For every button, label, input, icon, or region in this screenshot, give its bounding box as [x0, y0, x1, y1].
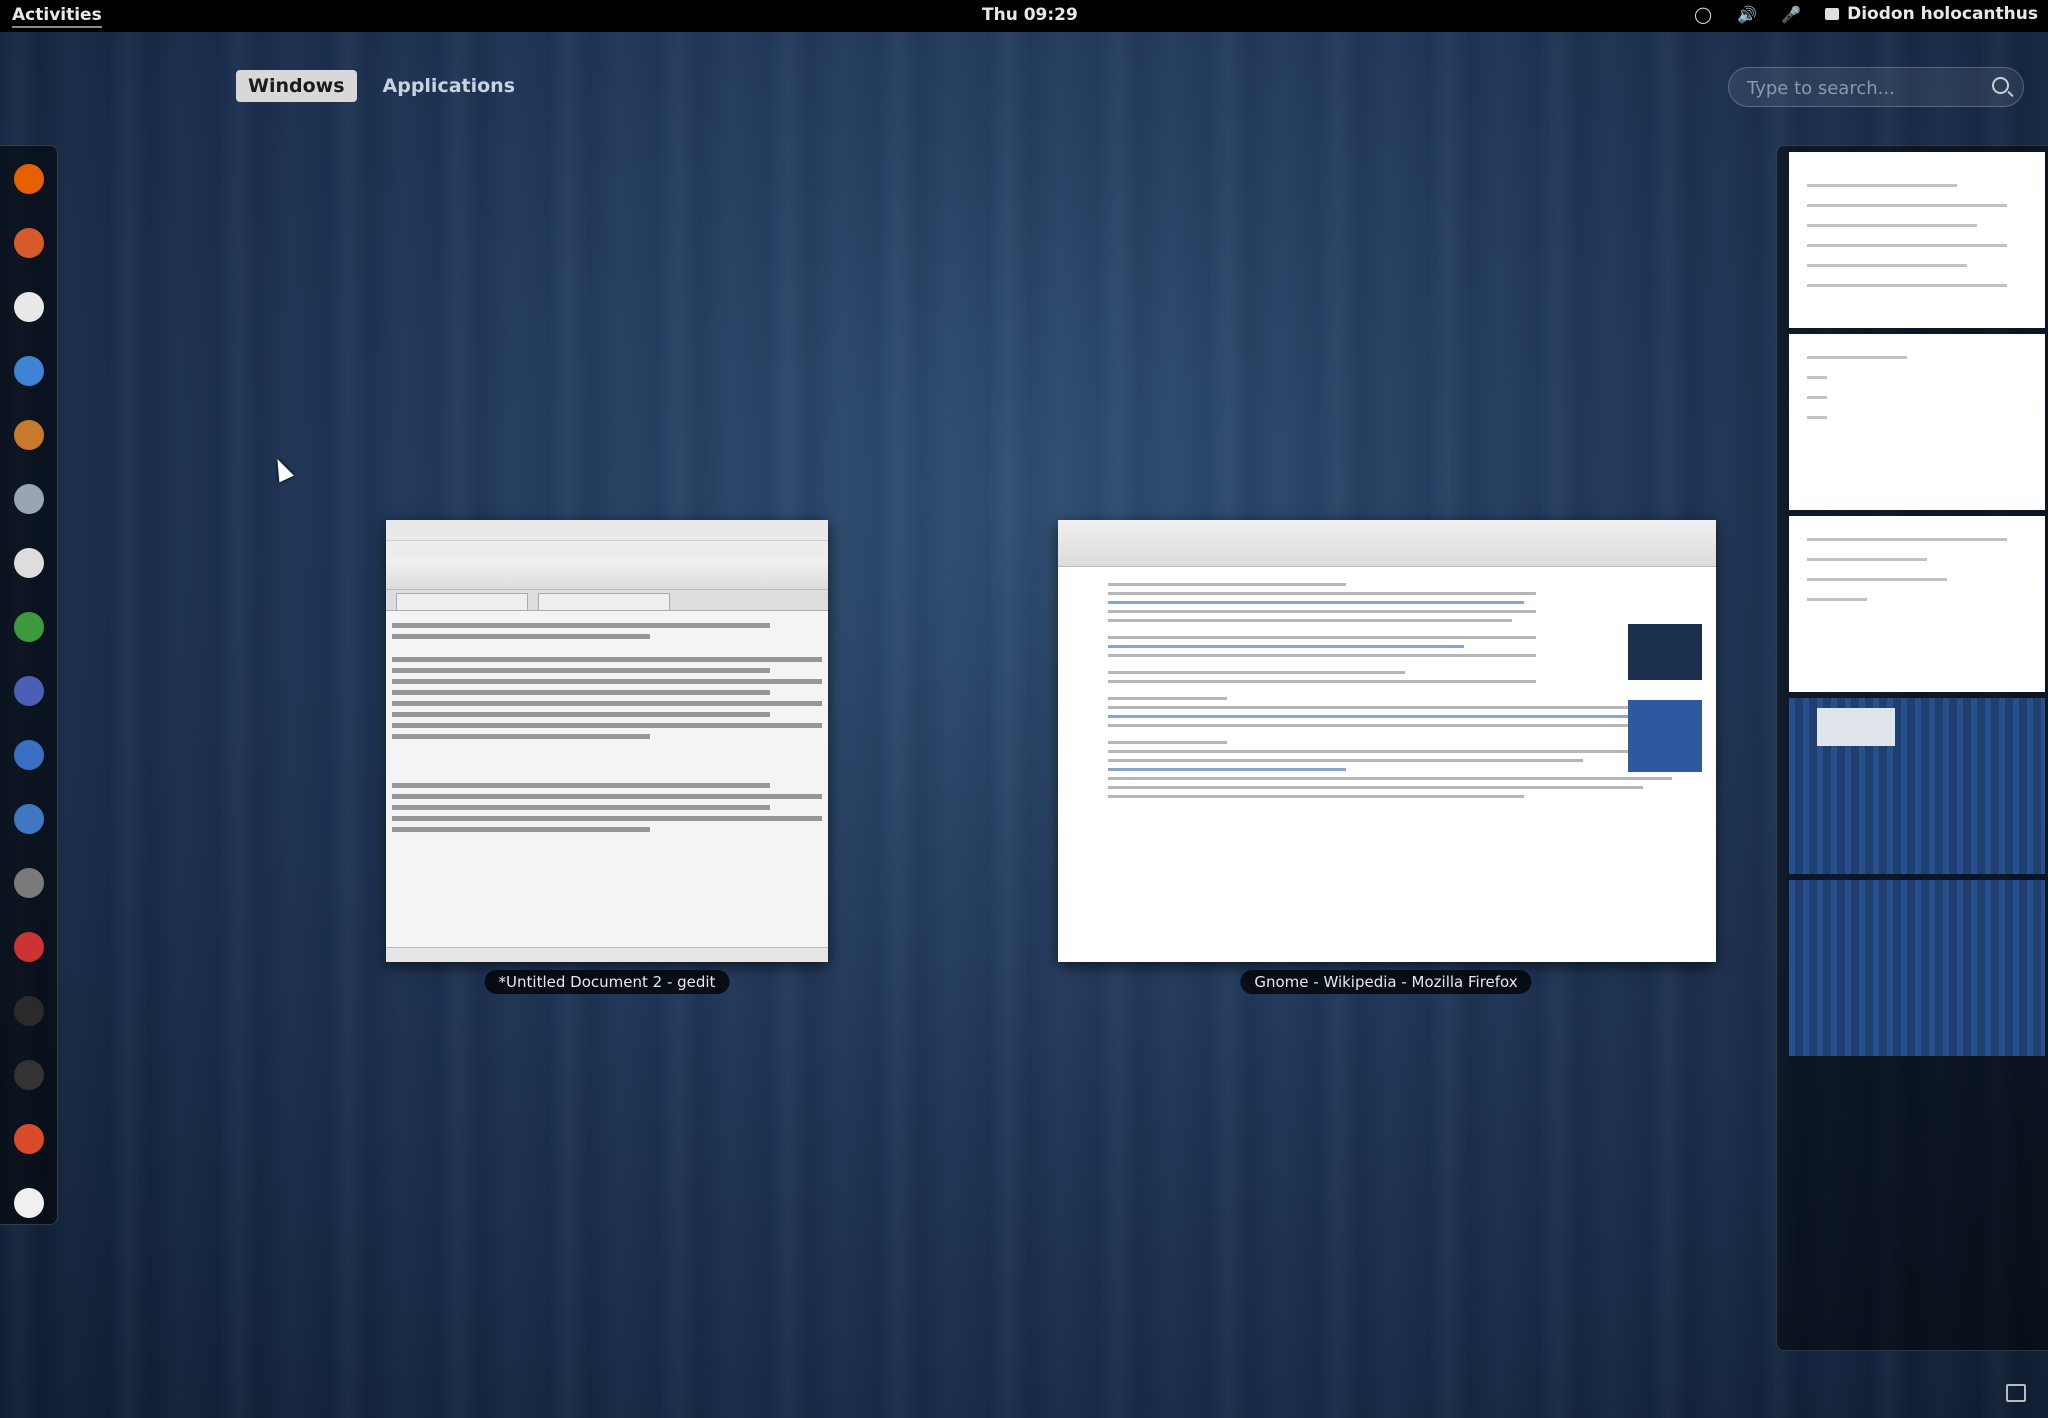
dash-item[interactable] — [10, 1120, 48, 1158]
document-tab — [538, 593, 670, 610]
article-image — [1628, 700, 1702, 772]
workspace-3[interactable] — [1789, 516, 2045, 692]
dash-item[interactable] — [10, 288, 48, 326]
python-icon — [14, 804, 44, 834]
file-manager-icon — [14, 228, 44, 258]
document-tab — [396, 593, 528, 610]
search-icon — [1992, 77, 2009, 94]
firefox-icon — [14, 164, 44, 194]
disk-icon — [14, 292, 44, 322]
search-input[interactable] — [1745, 76, 1979, 100]
vim-icon — [14, 612, 44, 642]
document-text — [386, 611, 828, 844]
dash-item[interactable] — [10, 1184, 48, 1222]
window-caption: *Untitled Document 2 - gedit — [484, 970, 730, 994]
dash-item[interactable] — [10, 480, 48, 518]
text-editor-icon — [14, 1188, 44, 1218]
user-menu[interactable]: Diodon holocanthus — [1825, 4, 2038, 24]
workspace-2[interactable] — [1789, 334, 2045, 510]
message-tray-icon[interactable] — [2006, 1384, 2026, 1402]
package-installer-icon — [14, 932, 44, 962]
microphone-icon[interactable]: 🎤 — [1781, 4, 1801, 24]
clock[interactable]: Thu 09:29 — [982, 5, 1078, 25]
eclipse-icon — [14, 676, 44, 706]
dash-item[interactable] — [10, 928, 48, 966]
library-icon — [14, 420, 44, 450]
view-selector: Windows Applications — [236, 70, 527, 102]
top-bar: Activities Thu 09:29 ◯ 🔊 🎤 Diodon holoca… — [0, 0, 2048, 32]
dash-item[interactable] — [10, 160, 48, 198]
activities-button[interactable]: Activities — [12, 5, 102, 28]
system-monitor-icon — [14, 996, 44, 1026]
dash-item[interactable] — [10, 416, 48, 454]
terminal-icon — [14, 1060, 44, 1090]
dash-item[interactable] — [10, 1056, 48, 1094]
mouse-pointer — [270, 455, 294, 483]
status-tray: ◯ 🔊 🎤 Diodon holocanthus — [1693, 4, 2038, 24]
search-box[interactable] — [1728, 67, 2024, 107]
tab-windows[interactable]: Windows — [236, 70, 357, 102]
article-image — [1628, 624, 1702, 680]
workspace-4[interactable] — [1789, 698, 2045, 874]
dash-item[interactable] — [10, 544, 48, 582]
tab-applications[interactable]: Applications — [371, 70, 528, 102]
empathy-icon — [14, 356, 44, 386]
window-caption: Gnome - Wikipedia - Mozilla Firefox — [1240, 970, 1532, 994]
dash-item[interactable] — [10, 672, 48, 710]
globe-icon — [14, 740, 44, 770]
dash — [0, 145, 58, 1225]
web-page-content — [1058, 567, 1716, 798]
volume-icon[interactable]: 🔊 — [1737, 4, 1757, 24]
window-thumbnail-gedit[interactable] — [386, 520, 828, 962]
dash-item[interactable] — [10, 352, 48, 390]
dash-item[interactable] — [10, 736, 48, 774]
dash-item[interactable] — [10, 992, 48, 1030]
window-statusbar — [386, 947, 828, 962]
workspace-1[interactable] — [1789, 152, 2045, 328]
window-tabs — [386, 590, 828, 611]
dash-item[interactable] — [10, 864, 48, 902]
accessibility-icon[interactable]: ◯ — [1693, 4, 1713, 24]
workspace-5[interactable] — [1789, 880, 2045, 1056]
window-menubar — [386, 541, 828, 559]
dash-item[interactable] — [10, 800, 48, 838]
dash-item[interactable] — [10, 608, 48, 646]
movie-editor-icon — [14, 868, 44, 898]
dash-item[interactable] — [10, 224, 48, 262]
window-toolbar — [386, 559, 828, 590]
software-center-icon — [14, 1124, 44, 1154]
workspace-switcher — [1776, 145, 2048, 1351]
browser-toolbar — [1058, 520, 1716, 567]
media-player-icon — [14, 548, 44, 578]
user-name: Diodon holocanthus — [1847, 4, 2038, 24]
window-preview — [1817, 708, 1895, 746]
window-titlebar — [386, 520, 828, 541]
window-thumbnail-firefox[interactable] — [1058, 520, 1716, 962]
chat-status-icon — [1825, 8, 1840, 20]
gimp-icon — [14, 484, 44, 514]
